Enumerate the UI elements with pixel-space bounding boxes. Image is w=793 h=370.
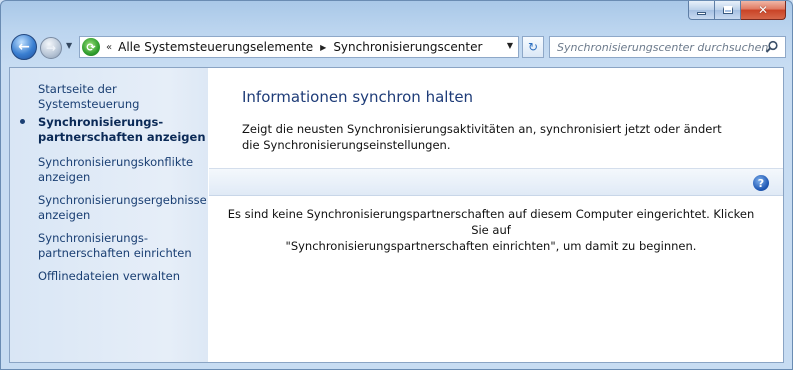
sidebar-item-view-conflicts[interactable]: Synchronisierungskonflikte anzeigen	[38, 155, 206, 185]
minimize-icon	[697, 11, 706, 15]
content-area: Startseite der Systemsteuerung Synchroni…	[9, 67, 784, 363]
search-icon[interactable]	[765, 40, 779, 54]
empty-state-line-1: Es sind keine Synchronisierungspartnersc…	[227, 207, 755, 237]
back-arrow-icon: ←	[18, 39, 30, 55]
sync-center-icon: ⟳	[82, 38, 100, 56]
navigation-bar: ← → ▼ ⟳ « Alle Systemsteuerungselemente …	[9, 31, 786, 61]
address-bar[interactable]: ⟳ « Alle Systemsteuerungselemente ▶ Sync…	[79, 36, 519, 58]
page-description: Zeigt die neusten Synchronisierungsaktiv…	[242, 122, 722, 152]
caption-buttons: ✕	[688, 1, 786, 20]
breadcrumb-control-panel[interactable]: Alle Systemsteuerungselemente	[118, 40, 313, 54]
sidebar-item-control-panel-home[interactable]: Startseite der Systemsteuerung	[38, 82, 206, 112]
address-dropdown-icon[interactable]: ▼	[507, 41, 513, 50]
close-button[interactable]: ✕	[741, 1, 786, 20]
refresh-icon: ↻	[527, 40, 539, 54]
back-button[interactable]: ←	[11, 34, 37, 60]
help-icon: ?	[757, 176, 765, 190]
task-pane: Startseite der Systemsteuerung Synchroni…	[10, 68, 208, 362]
search-input[interactable]: Synchronisierungscenter durchsuchen	[549, 36, 786, 58]
forward-button[interactable]: →	[40, 37, 62, 59]
main-panel: Informationen synchron halten Zeigt die …	[209, 68, 783, 362]
recent-pages-dropdown[interactable]: ▼	[66, 41, 72, 50]
help-button[interactable]: ?	[753, 175, 769, 191]
breadcrumb-sync-center[interactable]: Synchronisierungscenter	[333, 40, 482, 54]
maximize-button[interactable]	[715, 1, 741, 20]
breadcrumb-separator-icon[interactable]: ▶	[320, 43, 326, 52]
empty-state-message: Es sind keine Synchronisierungspartnersc…	[219, 206, 763, 254]
sidebar-item-view-partnerships[interactable]: Synchronisierungs-partnerschaften anzeig…	[38, 115, 206, 145]
breadcrumb-overflow[interactable]: «	[106, 42, 112, 53]
command-bar: ?	[209, 168, 783, 196]
search-placeholder: Synchronisierungscenter durchsuchen	[557, 40, 769, 54]
close-icon: ✕	[757, 3, 769, 17]
active-item-bullet	[20, 119, 25, 124]
window: ✕ ← → ▼ ⟳ « Alle Systemsteuerungselement…	[0, 0, 793, 370]
sidebar-item-view-results[interactable]: Synchronisierungsergebnisse anzeigen	[38, 193, 207, 223]
maximize-icon	[722, 6, 733, 14]
minimize-button[interactable]	[688, 1, 715, 20]
empty-state-line-2: "Synchronisierungspartnerschaften einric…	[285, 239, 697, 253]
sidebar-item-setup-partnerships[interactable]: Synchronisierungs-partnerschaften einric…	[38, 231, 206, 261]
forward-arrow-icon: →	[45, 41, 57, 55]
refresh-button[interactable]: ↻	[522, 36, 544, 58]
sidebar-item-manage-offline-files[interactable]: Offlinedateien verwalten	[38, 269, 206, 284]
page-title: Informationen synchron halten	[242, 88, 474, 106]
